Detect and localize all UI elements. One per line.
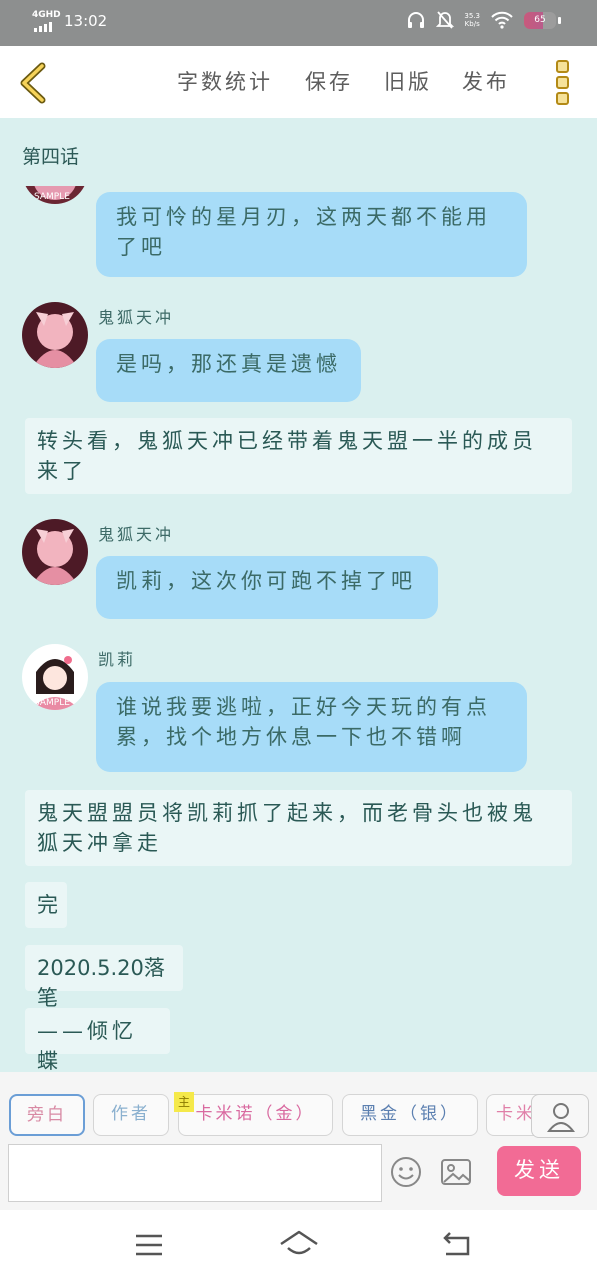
- menu-icon[interactable]: [134, 1232, 164, 1258]
- avatar-watermark: SAMPLE: [34, 698, 70, 708]
- message-bubble[interactable]: 我可怜的星月刃，这两天都不能用了吧: [96, 192, 527, 277]
- signal-icon: [34, 22, 52, 32]
- narration-block[interactable]: 鬼天盟盟员将凯莉抓了起来，而老骨头也被鬼狐天冲拿走: [25, 790, 572, 866]
- character-manage-button[interactable]: [531, 1094, 589, 1138]
- speaker-name: 鬼狐天冲: [98, 525, 175, 544]
- home-icon[interactable]: [278, 1228, 320, 1260]
- character-chip-heijin[interactable]: 黑金（银）: [342, 1094, 478, 1136]
- message-bubble[interactable]: 是吗，那还真是遗憾: [96, 339, 361, 402]
- status-bar: 4GHD 13:02 35.3 Kb/s 65: [0, 0, 597, 46]
- clock: 13:02: [64, 12, 108, 30]
- narration-block[interactable]: 完: [25, 882, 67, 928]
- emoji-icon[interactable]: [390, 1156, 422, 1188]
- person-icon: [546, 1103, 576, 1132]
- message-input[interactable]: [8, 1144, 382, 1202]
- speaker-name: 鬼狐天冲: [98, 308, 175, 327]
- narration-block[interactable]: 转头看，鬼狐天冲已经带着鬼天盟一半的成员来了: [25, 418, 572, 494]
- composer: 发送: [0, 1144, 597, 1210]
- top-toolbar: 字数统计 保存 旧版 发布: [0, 46, 597, 118]
- character-chip-kamino[interactable]: 卡米诺（金）: [178, 1094, 333, 1136]
- back-arrow-icon[interactable]: [16, 62, 50, 104]
- narration-block[interactable]: ——倾忆蝶: [25, 1008, 170, 1070]
- network-type: 4GHD: [32, 10, 61, 20]
- narration-block[interactable]: 2020.5.20落笔: [25, 945, 183, 1010]
- system-nav-bar: [0, 1210, 597, 1280]
- image-icon[interactable]: [440, 1158, 472, 1186]
- mute-bell-icon: [436, 11, 455, 29]
- character-chip-author[interactable]: 作者: [93, 1094, 169, 1136]
- headphones-icon: [408, 12, 425, 28]
- battery-icon: 65: [524, 11, 556, 29]
- message-bubble[interactable]: 谁说我要逃啦，正好今天玩的有点累，找个地方休息一下也不错啊: [96, 682, 527, 772]
- avatar[interactable]: SAMPLE: [22, 644, 88, 710]
- avatar[interactable]: [22, 302, 88, 368]
- avatar-watermark: SAMPLE: [34, 192, 70, 202]
- main-character-badge: 主: [174, 1092, 194, 1112]
- chapter-title: 第四话: [22, 146, 80, 168]
- network-speed: 35.3 Kb/s: [464, 12, 480, 28]
- battery-cap: [558, 16, 561, 24]
- old-version-button[interactable]: 旧版: [384, 66, 432, 96]
- character-selector: 旁白 作者 卡米诺（金） 黑金（银） 卡米: [0, 1072, 597, 1144]
- character-chip-narrator[interactable]: 旁白: [9, 1094, 85, 1136]
- send-button[interactable]: 发送: [497, 1146, 581, 1196]
- publish-button[interactable]: 发布: [462, 66, 510, 96]
- avatar[interactable]: SAMPLE: [22, 186, 88, 204]
- wifi-icon: [491, 11, 513, 29]
- speaker-name: 凯莉: [98, 650, 137, 669]
- back-nav-icon[interactable]: [440, 1230, 472, 1258]
- avatar[interactable]: [22, 519, 88, 585]
- more-menu-icon[interactable]: [556, 60, 572, 106]
- speed-unit: Kb/s: [464, 20, 480, 28]
- save-button[interactable]: 保存: [305, 66, 353, 96]
- message-list[interactable]: SAMPLE 我可怜的星月刃，这两天都不能用了吧 鬼狐天冲 是吗，那还真是遗憾 …: [0, 186, 597, 1070]
- speed-value: 35.3: [464, 12, 480, 20]
- word-count-button[interactable]: 字数统计: [177, 66, 273, 96]
- message-bubble[interactable]: 凯莉，这次你可跑不掉了吧: [96, 556, 438, 619]
